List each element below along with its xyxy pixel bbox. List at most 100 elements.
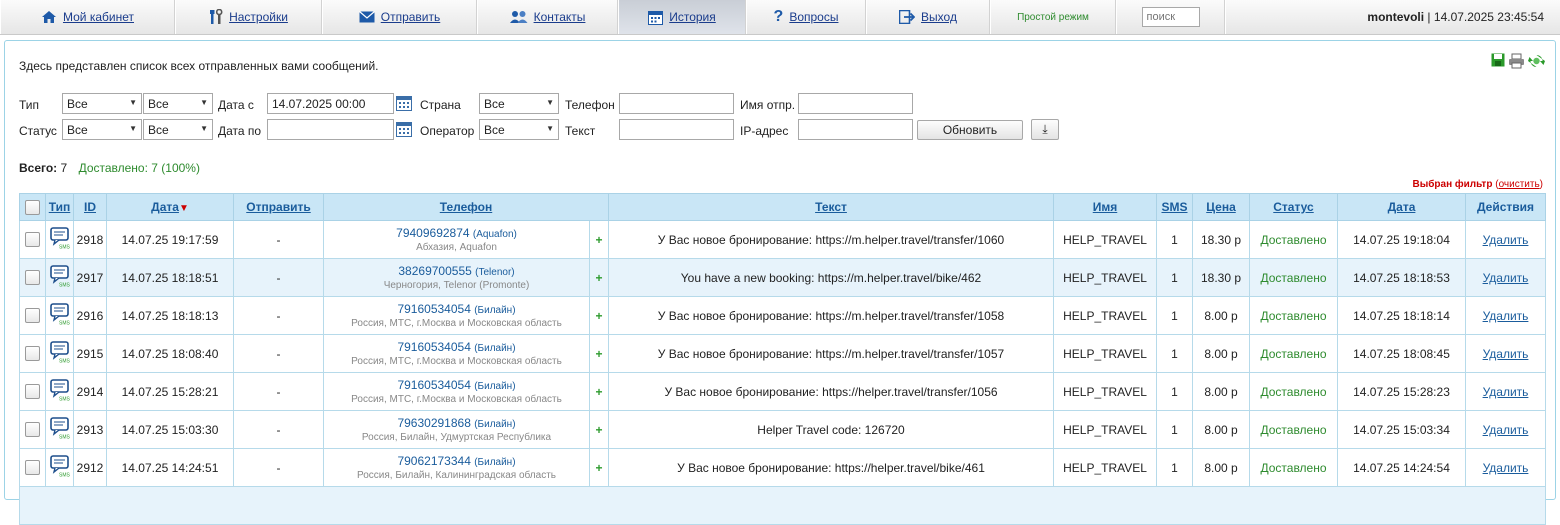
sender-name-input[interactable] — [798, 93, 913, 114]
phone-number[interactable]: 79062173344 — [397, 454, 470, 468]
nav-label: Вопросы — [789, 10, 839, 24]
col-type[interactable]: Тип — [45, 193, 74, 221]
row-price: 8.00 р — [1192, 334, 1250, 373]
sms-type-cell: SMS — [45, 334, 74, 373]
chevron-down-icon: ▼ — [200, 98, 208, 107]
row-send: - — [233, 296, 324, 335]
date-to-input[interactable] — [267, 119, 394, 140]
col-price[interactable]: Цена — [1192, 193, 1250, 221]
filter-note: Выбран фильтр (очистить) — [1412, 179, 1543, 190]
save-icon[interactable] — [1491, 53, 1505, 69]
phone-operator: (Telenor) — [475, 267, 515, 278]
phone-number[interactable]: 79630291868 — [397, 416, 470, 430]
add-contact-button[interactable]: + — [589, 372, 609, 411]
row-date: 14.07.25 19:17:59 — [106, 220, 234, 259]
delete-link[interactable]: Удалить — [1483, 423, 1529, 437]
chevron-down-icon: ▼ — [129, 98, 137, 107]
nav-exit[interactable]: Выход — [866, 0, 990, 34]
operator-label: Оператор — [420, 124, 475, 138]
calendar-picker-icon[interactable] — [396, 95, 412, 111]
add-contact-button[interactable]: + — [589, 448, 609, 487]
text-input[interactable] — [619, 119, 734, 140]
col-date[interactable]: Дата▼ — [106, 193, 234, 221]
row-checkbox[interactable] — [25, 460, 40, 476]
add-contact-button[interactable]: + — [589, 296, 609, 335]
refresh-icon[interactable] — [1528, 53, 1545, 69]
ip-input[interactable] — [798, 119, 913, 140]
row-text: You have a new booking: https://m.helper… — [608, 258, 1054, 297]
delete-link[interactable]: Удалить — [1483, 385, 1529, 399]
col-id[interactable]: ID — [73, 193, 107, 221]
col-send[interactable]: Отправить — [233, 193, 324, 221]
col-date2[interactable]: Дата — [1337, 193, 1466, 221]
add-contact-button[interactable]: + — [589, 410, 609, 449]
simple-mode-toggle[interactable]: Простой режим — [990, 0, 1116, 34]
row-checkbox[interactable] — [25, 270, 40, 286]
nav-questions[interactable]: ? Вопросы — [746, 0, 866, 34]
status-select-2[interactable]: Все ▼ — [143, 119, 213, 140]
search-input[interactable] — [1141, 7, 1200, 27]
phone-number[interactable]: 38269700555 — [398, 264, 471, 278]
row-checkbox[interactable] — [25, 384, 40, 400]
delete-link[interactable]: Удалить — [1483, 461, 1529, 475]
add-contact-button[interactable]: + — [589, 258, 609, 297]
delete-link[interactable]: Удалить — [1483, 347, 1529, 361]
row-checkbox[interactable] — [25, 232, 40, 248]
nav-my-account[interactable]: Мой кабинет — [0, 0, 175, 34]
col-sms[interactable]: SMS — [1156, 193, 1193, 221]
row-select-cell — [19, 296, 46, 335]
nav-send[interactable]: Отправить — [322, 0, 477, 34]
row-checkbox[interactable] — [25, 346, 40, 362]
download-button[interactable]: ⤓ — [1031, 119, 1059, 140]
filter-selected-text: Выбран фильтр — [1412, 179, 1493, 190]
select-all-checkbox[interactable] — [25, 199, 40, 215]
clear-filter-link[interactable]: очистить — [1499, 179, 1540, 190]
phone-number[interactable]: 79160534054 — [397, 302, 470, 316]
operator-select[interactable]: Все ▼ — [479, 119, 559, 140]
refresh-button[interactable]: Обновить — [917, 120, 1023, 140]
row-date: 14.07.25 14:24:51 — [106, 448, 234, 487]
col-phone[interactable]: Телефон — [323, 193, 609, 221]
row-status: Доставлено — [1249, 334, 1338, 373]
row-checkbox[interactable] — [25, 422, 40, 438]
print-icon[interactable] — [1508, 53, 1525, 69]
row-date2: 14.07.25 15:28:23 — [1337, 372, 1466, 411]
delete-link[interactable]: Удалить — [1483, 309, 1529, 323]
row-phone: 79160534054 (Билайн) Россия, МТС, г.Москв… — [323, 372, 590, 411]
phone-operator: (Билайн) — [474, 419, 516, 430]
delete-link[interactable]: Удалить — [1483, 271, 1529, 285]
row-select-cell — [19, 220, 46, 259]
phone-number[interactable]: 79160534054 — [397, 340, 470, 354]
text-label: Текст — [565, 124, 596, 138]
add-contact-button[interactable]: + — [589, 334, 609, 373]
phone-number[interactable]: 79409692874 — [396, 226, 469, 240]
row-name: HELP_TRAVEL — [1053, 258, 1157, 297]
delete-link[interactable]: Удалить — [1483, 233, 1529, 247]
calendar-picker-icon[interactable] — [396, 121, 412, 137]
nav-settings[interactable]: Настройки — [175, 0, 322, 34]
row-checkbox[interactable] — [25, 308, 40, 324]
row-phone: 79160534054 (Билайн) Россия, МТС, г.Москв… — [323, 334, 590, 373]
add-contact-button[interactable]: + — [589, 220, 609, 259]
row-status: Доставлено — [1249, 220, 1338, 259]
nav-history[interactable]: История — [618, 0, 746, 34]
phone-number[interactable]: 79160534054 — [397, 378, 470, 392]
status-select-1[interactable]: Все ▼ — [62, 119, 142, 140]
question-icon: ? — [773, 8, 784, 25]
type-select-2[interactable]: Все ▼ — [143, 93, 213, 114]
type-select-1[interactable]: Все ▼ — [62, 93, 142, 114]
col-text[interactable]: Текст — [608, 193, 1054, 221]
sms-type-cell: SMS — [45, 372, 74, 411]
table-footer-row — [19, 486, 1546, 525]
col-status[interactable]: Статус — [1249, 193, 1338, 221]
date-from-input[interactable]: 14.07.2025 00:00 — [267, 93, 394, 114]
row-status: Доставлено — [1249, 372, 1338, 411]
phone-input[interactable] — [619, 93, 734, 114]
nav-contacts[interactable]: Контакты — [477, 0, 618, 34]
col-name[interactable]: Имя — [1053, 193, 1157, 221]
country-select[interactable]: Все ▼ — [479, 93, 559, 114]
history-panel: Здесь представлен список всех отправленн… — [4, 40, 1556, 525]
row-status: Доставлено — [1249, 410, 1338, 449]
row-name: HELP_TRAVEL — [1053, 410, 1157, 449]
row-sms: 1 — [1156, 372, 1193, 411]
